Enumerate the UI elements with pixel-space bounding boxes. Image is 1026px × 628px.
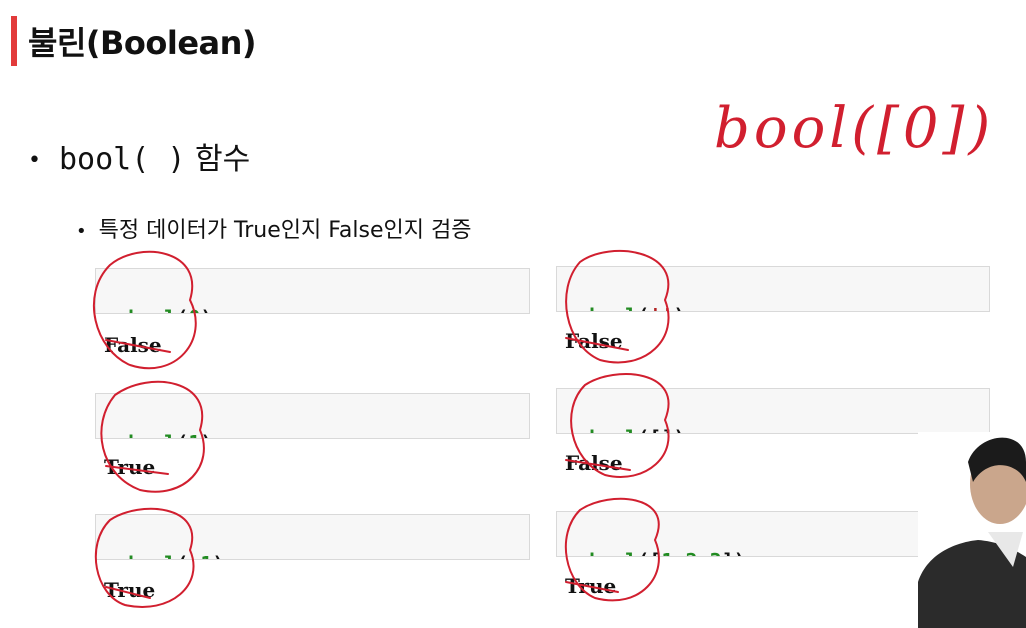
cell-output: True: [565, 574, 617, 598]
code-keyword: bool: [128, 431, 176, 438]
code-keyword: bool: [128, 552, 176, 559]
code-paren: ): [200, 306, 212, 313]
code-number: 1: [188, 431, 200, 438]
code-keyword: bool: [589, 549, 637, 556]
code-paren: (: [637, 304, 649, 311]
handwritten-note: bool([0]): [714, 96, 995, 161]
code-paren: ): [212, 552, 224, 559]
code-cell[interactable]: bool(1): [95, 393, 530, 439]
code-paren: ([: [637, 549, 661, 556]
code-number: 2: [685, 549, 697, 556]
bullet-bool-function: • bool( ) 함수: [28, 134, 250, 178]
code-cell[interactable]: bool(-1): [95, 514, 530, 560]
bullet-description-text: 특정 데이터가 True인지 False인지 검증: [98, 218, 472, 243]
cell-output: False: [565, 451, 623, 475]
code-keyword: bool: [589, 304, 637, 311]
cell-output: True: [104, 455, 156, 479]
bullet-dot-icon: •: [28, 148, 41, 173]
cell-output: False: [104, 333, 162, 357]
code-paren: ): [673, 304, 685, 311]
bullet-text: 함수: [194, 142, 251, 177]
code-keyword: bool: [128, 306, 176, 313]
code-operator: -: [188, 552, 200, 559]
code-paren: (: [176, 552, 188, 559]
code-paren: (: [176, 306, 188, 313]
code-cell[interactable]: bool(0): [95, 268, 530, 314]
presenter-webcam: [918, 432, 1026, 628]
bullet-dot-icon: •: [76, 221, 87, 242]
bullet-code: bool( ): [58, 142, 186, 177]
cell-output: False: [565, 329, 623, 353]
bullet-description: • 특정 데이터가 True인지 False인지 검증: [76, 212, 471, 244]
code-comma: ,: [673, 549, 685, 556]
title-accent-bar: [11, 16, 17, 66]
slide-title: 불린(Boolean): [28, 24, 257, 62]
code-number: 1: [661, 549, 673, 556]
code-keyword: bool: [589, 426, 637, 433]
code-string: '': [649, 304, 673, 311]
code-paren: ]): [722, 549, 746, 556]
code-paren: ): [200, 431, 212, 438]
code-comma: ,: [698, 549, 710, 556]
code-number: 1: [200, 552, 212, 559]
code-cell[interactable]: bool(''): [556, 266, 990, 312]
code-paren: (: [176, 431, 188, 438]
code-brackets: ([]): [637, 426, 685, 433]
code-cell[interactable]: bool([]): [556, 388, 990, 434]
code-number: 0: [188, 306, 200, 313]
cell-output: True: [104, 578, 156, 602]
code-number: 3: [710, 549, 722, 556]
